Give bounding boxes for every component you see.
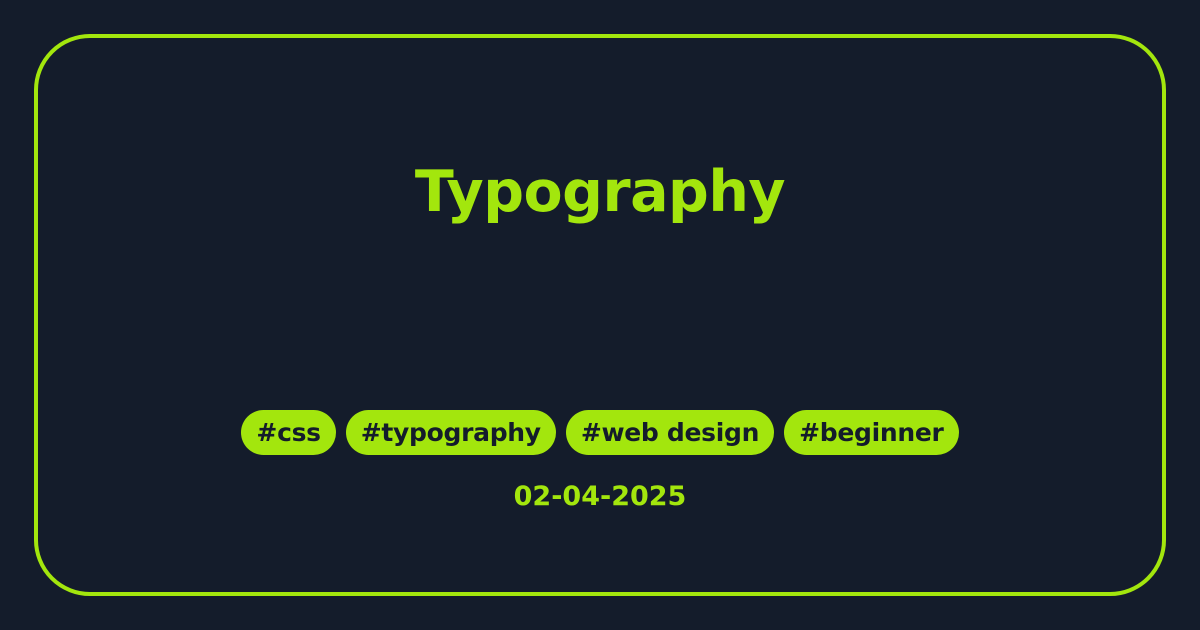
publish-date: 02-04-2025	[513, 481, 687, 512]
tag-css[interactable]: #css	[241, 410, 336, 455]
tag-beginner[interactable]: #beginner	[784, 410, 959, 455]
tag-typography[interactable]: #typography	[345, 410, 556, 455]
tag-web-design[interactable]: #web design	[565, 410, 775, 455]
tag-list: #css #typography #web design #beginner	[0, 410, 1200, 455]
page-title: Typography	[414, 159, 786, 225]
